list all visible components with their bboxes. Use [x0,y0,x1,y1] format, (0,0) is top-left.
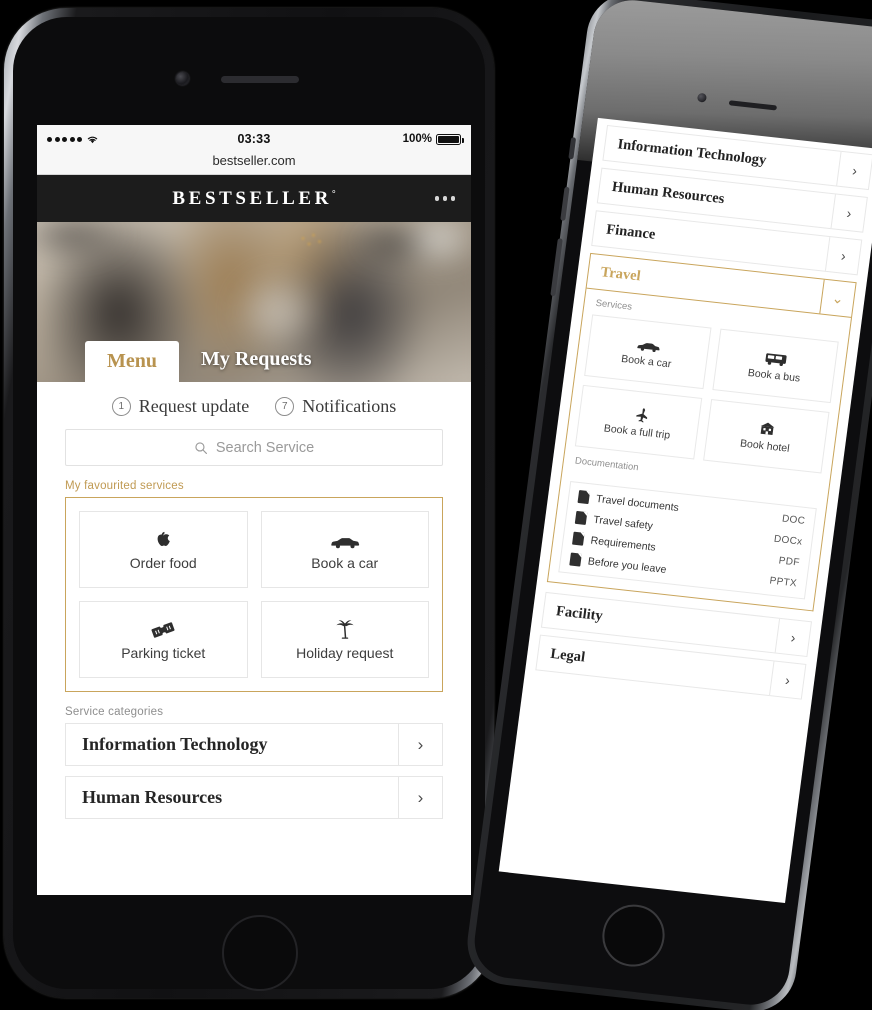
documentation-list: Travel documents DOC Travel safety DOCx … [558,480,817,600]
category-row-information-technology[interactable]: Information Technology › [65,723,443,766]
favourite-tile-order-food[interactable]: Order food [79,511,248,588]
document-icon [572,531,585,546]
earpiece-speaker [221,76,299,83]
front-camera-icon [176,72,189,85]
ios-status-bar: 03:33 100% [37,125,471,153]
services-grid: Book a car Book a bus Book a full trip B… [574,314,839,474]
search-icon [195,441,207,454]
apple-icon [155,528,172,550]
right-categories-top: Information Technology › Human Resources… [576,124,872,319]
favourite-label: Book a car [311,555,379,571]
search-input[interactable]: Search Service [65,429,443,466]
favourite-tile-holiday-request[interactable]: Holiday request [260,601,429,678]
document-icon [577,490,591,505]
favourite-tile-parking-ticket[interactable]: Parking ticket [79,601,248,678]
service-label: Book a full trip [603,422,671,442]
hero-image: Menu My Requests [37,222,471,382]
category-label: Information Technology [82,734,268,754]
brand-logo: BESTSELLER° [172,188,335,210]
service-label: Book a bus [747,366,801,385]
chevron-right-icon[interactable]: › [398,724,442,765]
tab-my-requests[interactable]: My Requests [179,339,334,382]
search-area: Search Service [37,429,471,466]
category-label: Information Technology [616,135,768,169]
car-icon [636,335,662,354]
hero-sparkle [297,231,328,248]
category-label: Finance [605,221,657,243]
chevron-right-icon[interactable]: › [830,194,867,232]
tab-bar: Menu My Requests [37,339,471,382]
car-icon [330,528,360,550]
service-tile-book-a-car[interactable]: Book a car [584,314,712,390]
chevron-right-icon[interactable]: › [836,151,872,189]
service-categories-list: Information Technology › Human Resources… [37,723,471,819]
category-label: Legal [549,645,587,666]
hotel-icon [757,419,776,438]
search-placeholder: Search Service [215,439,315,456]
category-row-human-resources[interactable]: Human Resources › [65,776,443,819]
request-update-item[interactable]: 1 Request update [111,396,250,417]
document-extension: PDF [778,555,801,569]
request-update-badge: 1 [111,397,131,416]
service-categories-label: Service categories [65,706,164,718]
request-update-label: Request update [138,396,250,416]
chevron-right-icon[interactable]: › [398,777,442,818]
browser-url[interactable]: bestseller.com [37,153,471,175]
service-label: Book a car [620,352,672,371]
airplane-icon [630,405,649,424]
document-extension: PPTX [768,575,798,590]
brand-header: BESTSELLER° [37,175,471,222]
favourite-label: Holiday request [296,645,394,661]
favourite-label: Order food [129,555,197,571]
right-phone-device: Information Technology › Human Resources… [462,0,872,1010]
service-label: Book hotel [739,437,791,455]
battery-icon [436,133,464,145]
screenshot-canvas: 03:33 100% bestseller.com BESTSELLER° Me… [0,0,872,1010]
document-icon [574,510,588,525]
document-icon [569,552,582,567]
bus-icon [763,349,789,368]
category-label: Human Resources [82,787,223,807]
palm-tree-icon [334,618,356,640]
status-time: 03:33 [237,132,271,146]
chevron-down-icon[interactable]: ⌄ [819,279,856,317]
tab-menu[interactable]: Menu [85,341,179,382]
favourites-container: Order food Book a car Parking ticket Hol… [65,497,443,692]
overflow-menu-icon[interactable] [434,196,455,201]
favourite-tile-book-a-car[interactable]: Book a car [260,511,429,588]
travel-expanded-panel: Services Book a car Book a bus Book a fu… [546,288,852,612]
left-phone-screen: 03:33 100% bestseller.com BESTSELLER° Me… [37,125,471,895]
service-tile-book-a-full-trip[interactable]: Book a full trip [574,384,702,460]
service-tile-book-hotel[interactable]: Book hotel [702,398,830,474]
favourite-label: Parking ticket [121,645,206,661]
ticket-icon [149,618,177,640]
document-extension: DOCx [773,533,803,548]
brand-logo-text: BESTSELLER [172,187,332,209]
service-tile-book-a-bus[interactable]: Book a bus [711,328,839,404]
notifications-badge: 7 [275,397,295,416]
notifications-item[interactable]: 7 Notifications [275,396,396,417]
favourites-label: My favourited services [65,480,184,492]
home-button[interactable] [222,915,298,991]
chevron-right-icon[interactable]: › [769,661,806,699]
left-phone-device: 03:33 100% bestseller.com BESTSELLER° Me… [4,8,494,998]
notifications-label: Notifications [302,396,397,416]
menu-panel: 1 Request update 7 Notifications Search … [37,382,471,827]
chevron-right-icon[interactable]: › [774,618,811,656]
document-extension: DOC [781,513,806,527]
brand-logo-mark: ° [331,188,336,199]
status-summary-row: 1 Request update 7 Notifications [37,382,471,429]
favourites-grid: Order food Book a car Parking ticket Hol… [79,511,429,678]
category-label: Human Resources [611,178,726,207]
category-label: Facility [555,602,604,624]
chevron-right-icon[interactable]: › [824,237,862,275]
